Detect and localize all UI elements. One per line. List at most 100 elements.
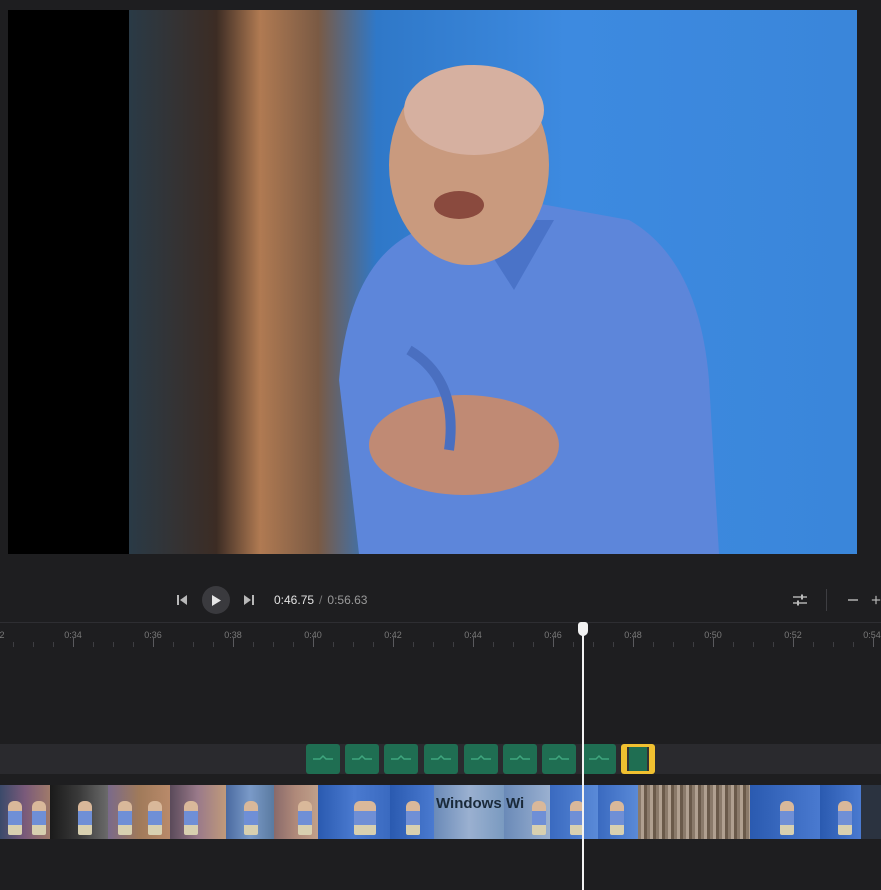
ruler-tick [753,642,754,647]
play-button[interactable] [202,586,230,614]
video-track[interactable]: Windows Wi [0,785,881,839]
playhead-handle[interactable] [578,622,588,636]
ruler-tick [273,642,274,647]
ruler-tick [293,642,294,647]
playback-controls: 0:46.75 / 0:56.63 [0,578,881,622]
ruler-tick [493,642,494,647]
ruler-tick [353,642,354,647]
thumbnail-text: Wi [506,795,525,812]
audio-clip[interactable] [424,744,458,774]
waveform-icon [510,754,530,760]
ruler-tick [533,642,534,647]
audio-clip[interactable] [582,744,616,774]
audio-clip[interactable] [464,744,498,774]
ruler-tick [793,637,794,647]
ruler-tick [73,637,74,647]
zoom-in-button[interactable] [871,590,881,610]
video-thumbnail [318,785,390,839]
video-thumbnail [550,785,598,839]
time-separator: / [319,593,323,607]
ruler-tick [13,642,14,647]
waveform-icon [431,754,451,760]
audio-clip[interactable] [384,744,418,774]
waveform-icon [589,754,609,760]
ruler-tick [213,642,214,647]
skip-back-icon [177,595,187,605]
ruler-tick [53,642,54,647]
video-thumbnail [274,785,318,839]
ruler-tick [593,642,594,647]
selection-handles[interactable] [627,747,649,771]
video-thumbnail [50,785,108,839]
waveform-icon [352,754,372,760]
video-thumbnail [598,785,638,839]
video-thumbnail [390,785,434,839]
ruler-tick [133,642,134,647]
ruler-tick [33,642,34,647]
ruler-label: 0:54 [863,630,881,640]
ruler-tick [633,637,634,647]
ruler-tick [813,642,814,647]
ruler-tick [233,637,234,647]
ruler-tick [573,642,574,647]
video-thumbnail [0,785,50,839]
sliders-icon [793,594,807,606]
ruler-tick [833,642,834,647]
video-thumbnail: Windows [434,785,504,839]
ruler-tick [733,642,734,647]
skip-back-button[interactable] [172,590,192,610]
plus-icon [871,595,881,605]
ruler-tick [673,642,674,647]
ruler-tick [873,637,874,647]
ruler-tick [653,642,654,647]
current-time: 0:46.75 [274,593,315,607]
ruler-tick [613,642,614,647]
waveform-icon [549,754,569,760]
video-thumbnail [108,785,170,839]
audio-clip-selected[interactable] [621,744,655,774]
ruler-tick [473,637,474,647]
ruler-label: 2 [0,630,5,640]
ruler-tick [513,642,514,647]
ruler-tick [193,642,194,647]
time-display: 0:46.75 / 0:56.63 [274,593,367,607]
audio-clip[interactable] [542,744,576,774]
ruler-tick [153,637,154,647]
toolbar-divider [826,589,827,611]
play-icon [212,594,221,606]
audio-clip[interactable] [345,744,379,774]
ruler-tick [93,642,94,647]
video-thumbnail: Wi [504,785,550,839]
ruler-tick [253,642,254,647]
video-frame[interactable] [8,10,857,554]
video-frame-image [129,10,857,554]
ruler-tick [413,642,414,647]
ruler-tick [713,637,714,647]
audio-clip[interactable] [503,744,537,774]
minus-icon [848,599,858,601]
presenter-figure [339,65,719,554]
ruler-tick [333,642,334,647]
zoom-out-button[interactable] [843,590,863,610]
ruler-tick [113,642,114,647]
ruler-tick [453,642,454,647]
ruler-tick [433,642,434,647]
video-thumbnail [170,785,226,839]
video-thumbnail [638,785,750,839]
video-preview [0,0,881,578]
ruler-tick [173,642,174,647]
ruler-tick [313,637,314,647]
video-thumbnail [226,785,274,839]
video-thumbnail [820,785,861,839]
thumbnail-text: Windows [436,795,502,812]
skip-forward-button[interactable] [239,590,259,610]
adjust-button[interactable] [790,590,810,610]
waveform-icon [471,754,491,760]
ruler-tick [853,642,854,647]
waveform-icon [391,754,411,760]
audio-clip[interactable] [306,744,340,774]
timeline-ruler[interactable]: 2 0:34 0:36 0:38 0:40 0:42 0:44 0:46 0:4… [0,622,881,649]
ruler-tick [393,637,394,647]
waveform-icon [313,754,333,760]
ruler-tick [553,637,554,647]
